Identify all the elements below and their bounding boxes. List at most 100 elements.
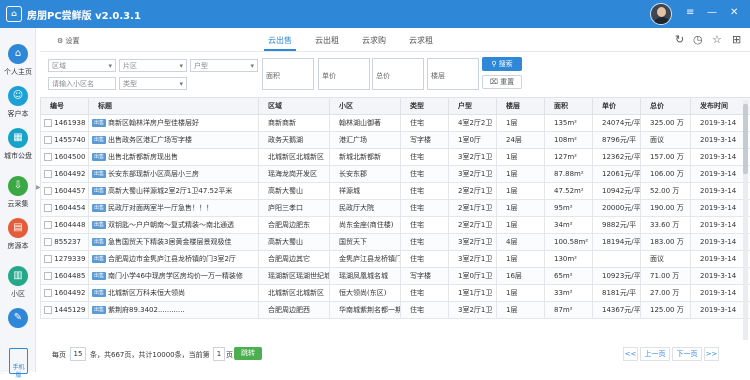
table-row[interactable]: 1279339出售合肥周边市金隽庐江县龙桥镇的门3室2厅合肥周边其它金隽庐江县龙… [41, 251, 750, 268]
table-row[interactable]: 1604492出售北城新区万科未恒大领尚北城新区北城新区恒大领尚(东区)住宅1室… [41, 285, 750, 302]
column-header[interactable]: 楼层 [497, 98, 545, 115]
column-header[interactable]: 面积 [545, 98, 593, 115]
close-icon[interactable]: ✕ [730, 7, 738, 19]
listing-title[interactable]: 北城新区万科未恒大领尚 [108, 289, 185, 297]
table-row[interactable]: 1455740出售出售政务区港汇广场写字楼政务天鹅湖港汇广场写字楼1室0厅24层… [41, 132, 750, 149]
row-checkbox[interactable] [44, 289, 52, 297]
refresh-icon[interactable]: ↻ [675, 33, 684, 46]
column-header[interactable]: 发布时间 [691, 98, 750, 115]
go-button[interactable]: 跳转 [234, 347, 262, 360]
table-cell: 1604500 [41, 149, 89, 166]
listing-title[interactable]: 合肥周边市金隽庐江县龙桥镇的门3室2厅 [108, 255, 236, 263]
row-checkbox[interactable] [44, 187, 52, 195]
first-page-button[interactable]: << [623, 347, 638, 361]
page-size-input[interactable]: 15 [70, 347, 86, 361]
user-avatar[interactable] [650, 3, 672, 25]
table-cell: 190.00 万 [641, 200, 691, 217]
sidebar-item-city[interactable]: ▦ 城市公盘 [0, 122, 36, 168]
tab-cloud-buy[interactable]: 云求购 [362, 35, 386, 46]
minimize-icon[interactable]: — [707, 7, 717, 19]
tab-cloud-rent[interactable]: 云出租 [315, 35, 339, 46]
table-row[interactable]: 1604485出售南门小学46中现房学区房均价一万一精装修瑶湖新区瑶湖世纪城瑶湖… [41, 268, 750, 285]
row-checkbox[interactable] [44, 136, 52, 144]
area-range[interactable]: 面积 [262, 58, 314, 90]
scrollbar-thumb[interactable] [743, 104, 748, 174]
table-cell: 24层 [497, 132, 545, 149]
type-select[interactable]: 类型▾ [119, 77, 187, 90]
sidebar-item-customers[interactable]: ☺ 客户本 [0, 80, 36, 126]
listing-title[interactable]: 商新区翰林洋房户型佳楼层好 [108, 119, 199, 127]
row-checkbox[interactable] [44, 170, 52, 178]
prev-page-button[interactable]: 上一页 [640, 347, 670, 361]
table-row[interactable]: 1445129出售紫荆府89.3402............合肥周边肥西华南城… [41, 302, 750, 319]
table-row[interactable]: 1604454出售民政厅对面两室半一厅急售！！！庐阳三孝口民政厅大院住宅2室1厅… [41, 200, 750, 217]
table-row[interactable]: 1461938出售商新区翰林洋房户型佳楼层好商新商新翰林湖山御著住宅4室2厅2卫… [41, 115, 750, 132]
table-cell: 135m² [545, 115, 593, 132]
subdistrict-select[interactable]: 片区▾ [119, 59, 187, 72]
column-header[interactable]: 小区 [330, 98, 401, 115]
mobile-version-button[interactable]: 手机版 [9, 348, 28, 374]
table-row[interactable]: 1604448出售双钥匙～户户朝南～复式精装～南北通透合肥周边肥东尚东金座(商住… [41, 217, 750, 234]
table-row[interactable]: 855237出售急售国贸天下精装3居黄金楼层景观极佳高新大蜀山国贸天下住宅3室2… [41, 234, 750, 251]
table-row[interactable]: 1604492出售长安东部现新小区高层小三房瑶海龙岗开发区长安东郡住宅3室2厅1… [41, 166, 750, 183]
floor-range[interactable]: 楼层 [427, 58, 479, 90]
menu-icon[interactable]: ≡ [686, 7, 694, 19]
table-row[interactable]: 1604500出售出售北新都新房现出售北城新区北城新区新城北新都新住宅3室2厅1… [41, 149, 750, 166]
column-header[interactable]: 类型 [401, 98, 449, 115]
last-page-button[interactable]: >> [704, 347, 719, 361]
sidebar-item-label: 城市公盘 [0, 151, 36, 161]
sidebar-item-cloud-collect[interactable]: ⇩ 云采集 [0, 170, 36, 216]
search-button[interactable]: ⚲ 搜索 [482, 57, 522, 71]
row-checkbox[interactable] [44, 153, 52, 161]
sidebar-item-home[interactable]: ⌂ 个人主页 [0, 38, 36, 84]
table-cell: 47.52m² [545, 183, 593, 200]
pager-suffix: 页 [226, 350, 233, 360]
listing-title[interactable]: 急售国贸天下精装3居黄金楼层景观极佳 [108, 238, 231, 246]
listing-title[interactable]: 紫荆府89.3402............ [108, 306, 185, 314]
vertical-scrollbar[interactable] [743, 100, 748, 340]
table-cell: 2019-3-14 [691, 200, 750, 217]
row-checkbox[interactable] [44, 306, 52, 314]
row-checkbox[interactable] [44, 255, 52, 263]
listing-title[interactable]: 出售政务区港汇广场写字楼 [108, 136, 192, 144]
column-header[interactable]: 户型 [449, 98, 497, 115]
tab-cloud-sale[interactable]: 云出售 [268, 35, 292, 46]
price-range[interactable]: 单价 [318, 58, 370, 90]
row-checkbox[interactable] [44, 238, 52, 246]
listing-id: 1279339 [54, 255, 85, 263]
row-checkbox[interactable] [44, 204, 52, 212]
tab-cloud-lease[interactable]: 云求租 [409, 35, 433, 46]
sidebar-item-community[interactable]: ▥ 小区 [0, 260, 36, 306]
column-header[interactable]: 编号 [41, 98, 89, 115]
page-number-input[interactable]: 1 [213, 347, 225, 361]
reset-button[interactable]: ⌧ 重置 [482, 75, 522, 89]
column-header[interactable]: 总价 [641, 98, 691, 115]
row-checkbox[interactable] [44, 221, 52, 229]
community-input[interactable]: 请输入小区名 [48, 77, 116, 90]
layout-select[interactable]: 户型▾ [190, 59, 258, 72]
column-header[interactable]: 区域 [259, 98, 330, 115]
total-range[interactable]: 总价 [372, 58, 424, 90]
column-header[interactable]: 标题 [89, 98, 259, 115]
settings-button[interactable]: ⚙ 设置 [57, 36, 80, 46]
next-page-button[interactable]: 下一页 [672, 347, 702, 361]
sidebar-item-house-book[interactable]: ▤ 房源本 [0, 212, 36, 258]
clock-icon[interactable]: ◷ [693, 33, 703, 46]
row-checkbox[interactable] [44, 119, 52, 127]
listing-title[interactable]: 南门小学46中现房学区房均价一万一精装修 [108, 272, 243, 280]
district-select[interactable]: 区域▾ [48, 59, 116, 72]
listing-title[interactable]: 双钥匙～户户朝南～复式精装～南北通透 [108, 221, 234, 229]
star-icon[interactable]: ☆ [712, 33, 722, 46]
row-checkbox[interactable] [44, 272, 52, 280]
listing-title[interactable]: 长安东部现新小区高层小三房 [108, 170, 199, 178]
table-cell: 商新商新 [259, 115, 330, 132]
listing-title[interactable]: 出售北新都新房现出售 [108, 153, 178, 161]
cart-icon[interactable]: ⊞ [732, 33, 741, 46]
table-row[interactable]: 1604457出售高新大蜀山祥源城2室2厅1卫47.52平米高新大蜀山祥源城住宅… [41, 183, 750, 200]
table-cell: 1层 [497, 115, 545, 132]
listing-id: 1604492 [54, 170, 85, 178]
column-header[interactable]: 单价 [593, 98, 641, 115]
listing-title[interactable]: 民政厅对面两室半一厅急售！！！ [108, 204, 213, 212]
sidebar-item-edit[interactable]: ✎ [0, 302, 36, 348]
listing-title[interactable]: 高新大蜀山祥源城2室2厅1卫47.52平米 [108, 187, 232, 195]
